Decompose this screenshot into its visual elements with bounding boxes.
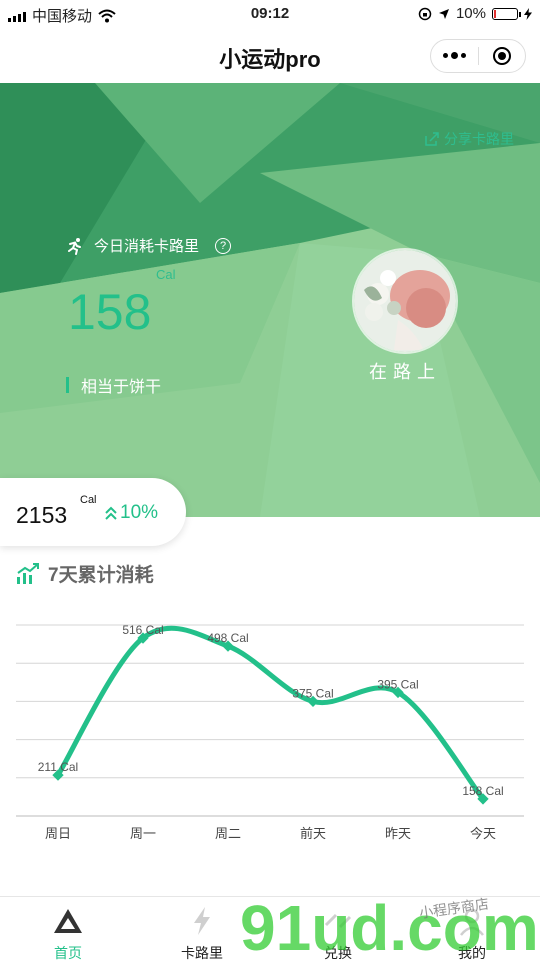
chart-data-label: 395 Cal: [377, 677, 418, 691]
share-label: 分享卡路里: [444, 131, 514, 147]
chart-x-tick-label: 昨天: [385, 826, 411, 841]
chart-x-tick-label: 周二: [215, 826, 241, 841]
share-calories-button[interactable]: 分享卡路里: [424, 129, 514, 149]
chart-series-line: [55, 625, 486, 802]
tab-exchange[interactable]: 兑换: [288, 897, 388, 961]
chart-x-tick-label: 今天: [470, 826, 496, 841]
avatar-caption: 在路上: [369, 362, 441, 382]
weekly-total-card: 2153 Cal 10%: [0, 478, 186, 546]
location-arrow-icon: [438, 8, 449, 19]
accent-bar: [66, 377, 69, 393]
chart-x-tick-label: 前天: [300, 826, 326, 841]
battery-percent: 10%: [455, 5, 486, 22]
today-cal-unit: Cal: [156, 267, 176, 282]
status-bar: 中国移动 09:12 10%: [0, 0, 540, 30]
battery-icon: [492, 7, 521, 20]
close-mini-program-button[interactable]: [479, 40, 526, 72]
help-icon[interactable]: ?: [215, 237, 232, 254]
chart-data-label: 375 Cal: [292, 686, 333, 700]
equivalent-label: 相当于饼干: [81, 379, 162, 396]
today-calories-value: 158: [68, 284, 152, 340]
exchange-icon: [324, 913, 352, 929]
charging-bolt-icon: [524, 7, 532, 20]
weekly-total-value: 2153: [16, 502, 68, 528]
section-title: 7天累计消耗: [48, 565, 154, 586]
target-icon: [492, 47, 511, 65]
chart-data-label: 498 Cal: [207, 631, 248, 645]
tab-bar: 首页 卡路里 兑换 我的: [0, 896, 540, 961]
tab-mine[interactable]: 我的: [422, 897, 522, 961]
user-icon: [460, 908, 484, 936]
title-bar: 小运动pro: [0, 30, 540, 82]
chart-data-label: 158 Cal: [462, 784, 503, 798]
trend-chart-icon: [17, 562, 39, 584]
weekly-calorie-line-chart: 211 Cal 516 Cal 498 Cal 375 Cal 395 Cal 158 C…: [16, 623, 524, 841]
equivalent-row: 相当于饼干: [66, 373, 161, 397]
more-dots-icon: [442, 52, 466, 59]
avatar-image: [354, 250, 456, 352]
double-chevron-up-icon: [105, 506, 117, 520]
chart-data-label: 516 Cal: [122, 623, 163, 637]
chart-data-label: 211 Cal: [38, 760, 78, 774]
tab-mine-label: 我的: [458, 945, 486, 961]
avatar[interactable]: [352, 248, 458, 354]
tab-home[interactable]: 首页: [18, 897, 118, 961]
today-calories-header: 今日消耗卡路里 ?: [66, 235, 232, 256]
chart-x-tick-label: 周日: [45, 826, 71, 841]
tab-calories[interactable]: 卡路里: [152, 897, 252, 961]
share-icon: [425, 132, 439, 146]
more-button[interactable]: [431, 40, 478, 72]
section-header: 7天累计消耗: [16, 560, 154, 587]
running-icon: [68, 237, 81, 255]
today-calories-label: 今日消耗卡路里: [94, 238, 200, 255]
weekly-change-value: 10%: [120, 502, 159, 523]
hero-card: 分享卡路里 今日消耗卡路里 ? Cal 158 相当于饼干 在路上: [0, 83, 540, 517]
tab-calories-label: 卡路里: [181, 945, 223, 961]
mini-program-capsule: [430, 39, 526, 73]
triangle-icon: [54, 909, 82, 933]
tab-home-label: 首页: [54, 945, 82, 961]
tab-exchange-label: 兑换: [324, 945, 352, 961]
status-bar-right: 10%: [418, 5, 532, 22]
weekly-total-unit: Cal: [80, 494, 97, 506]
weekly-change: 10%: [104, 502, 158, 524]
lightning-icon: [194, 907, 210, 935]
orientation-lock-icon: [418, 7, 432, 20]
chart-x-tick-label: 周一: [130, 826, 156, 841]
